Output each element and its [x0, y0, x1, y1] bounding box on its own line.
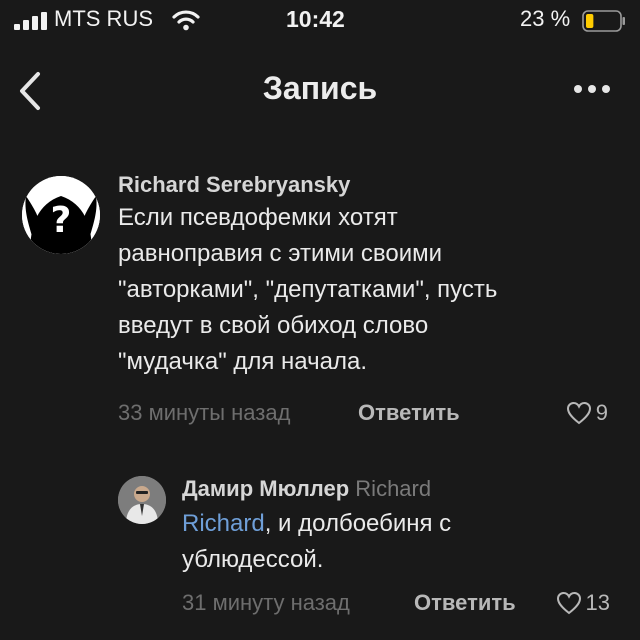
comment-time: 33 минуты назад: [118, 400, 291, 425]
reply-author[interactable]: Дамир Мюллер: [182, 476, 349, 501]
comment-text-line: "мудачка" для начала.: [118, 348, 367, 375]
comment-text-line: равноправия с этими своими: [118, 240, 443, 267]
page-title: Запись: [262, 70, 378, 106]
reply-button[interactable]: Ответить: [358, 400, 460, 426]
heart-icon: [556, 591, 581, 615]
reply-time: 31 минуту назад: [182, 590, 350, 615]
status-bar: MTS RUS 10:42 23 %: [0, 0, 640, 44]
user-photo-icon: [118, 476, 166, 524]
reply-text-part: , и долбоебиня с: [264, 510, 452, 537]
anonymous-avatar-icon: ?: [22, 176, 100, 254]
reply-text-line: Richard, и долбоебиня с: [182, 506, 622, 542]
svg-text:?: ?: [51, 200, 72, 241]
battery-icon: [582, 10, 625, 32]
reply-button[interactable]: Ответить: [414, 590, 516, 616]
comment-text-line: введут в свой обиход слово: [118, 312, 429, 339]
nav-bar: Запись: [0, 56, 640, 126]
reply-text-line: ублюдессой.: [182, 546, 324, 573]
comment-author[interactable]: Richard Serebryansky: [118, 170, 618, 200]
comment-meta: 33 минуты назад Ответить 9: [118, 400, 618, 430]
reply-text: Richard, и долбоебиня с ублюдессой.: [182, 506, 622, 578]
heart-icon: [566, 401, 591, 425]
carrier-name: MTS RUS: [54, 6, 153, 31]
wifi-icon: [172, 10, 200, 31]
like-button[interactable]: 9: [566, 400, 608, 426]
comment-text-line: Если псевдофемки хотят: [118, 204, 398, 231]
mention-link[interactable]: Richard: [182, 510, 265, 537]
reply-addressee[interactable]: Richard: [355, 476, 431, 501]
more-icon[interactable]: [572, 82, 612, 96]
battery-percent: 23 %: [520, 6, 571, 31]
like-count: 9: [595, 400, 608, 425]
like-button[interactable]: 13: [556, 590, 610, 616]
comment-text: Если псевдофемки хотят равноправия с эти…: [118, 200, 618, 380]
reply-meta: 31 минуту назад Ответить 13: [182, 590, 622, 620]
like-count: 13: [585, 590, 610, 615]
avatar[interactable]: [118, 476, 166, 524]
comment-text-line: "авторками", "депутатками", пусть: [118, 276, 498, 303]
signal-icon: [14, 12, 47, 30]
avatar[interactable]: ?: [22, 176, 100, 254]
reply-header: Дамир Мюллер Richard: [182, 472, 622, 506]
clock: 10:42: [286, 6, 345, 32]
